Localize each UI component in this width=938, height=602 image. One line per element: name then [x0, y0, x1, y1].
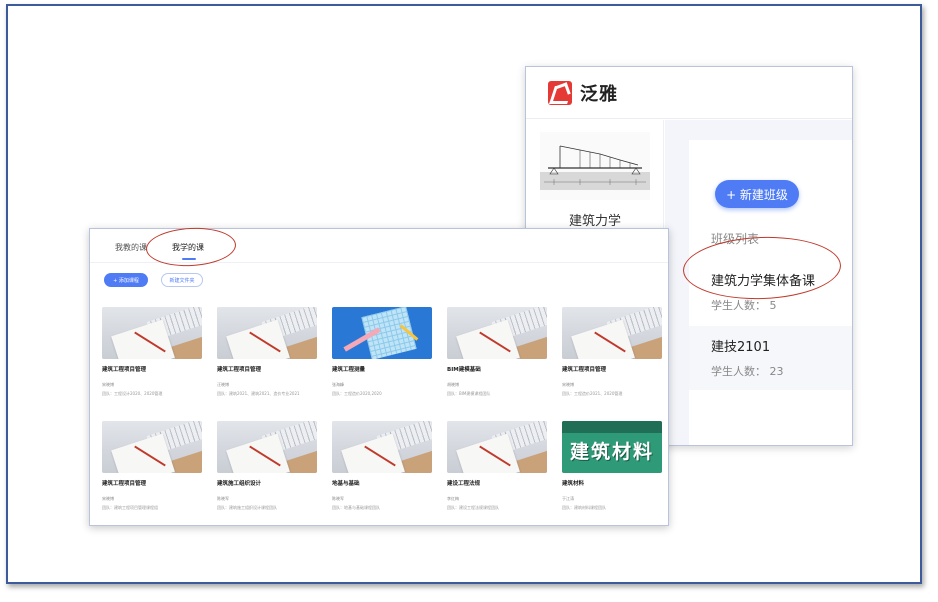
- course-teacher: 汪晓博: [217, 382, 229, 387]
- course-thumbnail[interactable]: [540, 132, 650, 200]
- course-cover-image: [102, 307, 202, 359]
- course-cover-image: [217, 307, 317, 359]
- course-card[interactable]: 建筑工程项目管理 宋晓博团队：建筑工程项目管理课程组: [102, 421, 202, 525]
- course-card[interactable]: 建设工程法规 李红梅团队：建设工程法规课程团队: [447, 421, 547, 525]
- course-title: 地基与基础: [332, 481, 360, 487]
- course-cover-image: [447, 307, 547, 359]
- brand-name: 泛雅: [580, 83, 618, 105]
- course-teacher: 宋晓博: [562, 382, 574, 387]
- course-team: 团队：地基与基础课程团队: [332, 505, 380, 510]
- course-team: 团队：建筑施工组织设计课程团队: [217, 505, 277, 510]
- course-card[interactable]: 建筑工程项目管理 宋晓博团队：工程设计2020、2020管理: [102, 307, 202, 415]
- course-card[interactable]: 建筑材料 建筑材料 于江涛 团队：建筑材料课程团队: [562, 421, 662, 525]
- tab-learning[interactable]: 我学的课: [172, 242, 204, 253]
- course-team: 团队：工程造价2021、2020管理: [562, 391, 623, 396]
- book-cover-title: 建筑材料: [569, 441, 654, 463]
- course-card[interactable]: BIM建模基础 胡晓博团队：BIM建模课程团队: [447, 307, 547, 415]
- course-team: 团队：BIM建模课程团队: [447, 391, 491, 396]
- class-name: 建筑力学集体备课: [711, 274, 816, 289]
- course-cover-image: [332, 307, 432, 359]
- class-name: 建技2101: [711, 340, 771, 355]
- course-title: 建筑工程项目管理: [102, 481, 147, 487]
- course-teacher: 陈晓军: [332, 496, 344, 501]
- course-title: 建筑工程项目管理: [562, 367, 607, 373]
- course-team: 团队：建设工程法规课程团队: [447, 505, 499, 510]
- class-item[interactable]: 建筑力学集体备课 学生人数： 5: [689, 260, 852, 324]
- course-teacher: 于江涛: [562, 496, 574, 501]
- active-tab-indicator: [182, 258, 196, 260]
- add-course-button[interactable]: + 添加课程: [104, 273, 148, 287]
- course-card[interactable]: 建筑工程测量 张海峰团队：工程造价2020,2020: [332, 307, 432, 415]
- course-title: 建筑工程测量: [332, 367, 366, 373]
- course-title: 建筑施工组织设计: [217, 481, 262, 487]
- app-header: 泛雅: [526, 67, 852, 119]
- course-team: 团队：建筑2021、建筑2021、造价专业2021: [217, 391, 300, 396]
- course-title: 建筑工程项目管理: [102, 367, 147, 373]
- new-class-button[interactable]: + 新建班级: [715, 180, 799, 208]
- course-teacher: 李红梅: [447, 496, 459, 501]
- course-card[interactable]: 地基与基础陈晓军团队：地基与基础课程团队: [332, 421, 432, 525]
- student-count: 学生人数： 23: [711, 365, 784, 378]
- brand-logo-icon: [548, 80, 572, 105]
- class-main: + 新建班级 班级列表 建筑力学集体备课 学生人数： 5 建技2101 学生人数…: [665, 120, 852, 445]
- courses-window: 我教的课 我学的课 + 添加课程 新建文件夹 建筑工程项目管理 宋晓博 团队：工程设…: [89, 228, 669, 526]
- course-team: 团队：工程设计2020、2020管理: [102, 391, 163, 396]
- course-team: 团队：建筑材料课程团队: [562, 505, 606, 510]
- course-title: 建筑材料: [562, 481, 585, 487]
- tab-teaching[interactable]: 我教的课: [115, 242, 147, 253]
- course-cover-image: [447, 421, 547, 473]
- course-teacher: 陈晓军: [217, 496, 229, 501]
- class-list-title: 班级列表: [711, 232, 760, 246]
- course-cover-image: [332, 421, 432, 473]
- course-name: 建筑力学: [568, 214, 621, 229]
- class-card: + 新建班级 班级列表 建筑力学集体备课 学生人数： 5 建技2101 学生人数…: [689, 140, 852, 445]
- course-card[interactable]: 建筑工程项目管理 宋晓博团队：工程造价2021、2020管理: [562, 307, 662, 415]
- course-tabs: 我教的课 我学的课: [90, 229, 668, 263]
- course-cover-image: [217, 421, 317, 473]
- course-cover-image: [102, 421, 202, 473]
- student-count: 学生人数： 5: [711, 299, 777, 312]
- course-title: 建设工程法规: [447, 481, 481, 487]
- course-title: BIM建模基础: [447, 367, 481, 373]
- course-teacher: 宋晓博: [102, 382, 114, 387]
- class-item[interactable]: 建技2101 学生人数： 23: [689, 326, 852, 390]
- course-team: 团队：工程造价2020,2020: [332, 391, 382, 396]
- course-teacher: 胡晓博: [447, 382, 459, 387]
- course-cover-image: 建筑材料: [562, 421, 662, 473]
- course-title: 建筑工程项目管理: [217, 367, 262, 373]
- course-teacher: 宋晓博: [102, 496, 114, 501]
- beam-diagram-icon: [540, 145, 650, 190]
- course-card[interactable]: 建筑施工组织设计 陈晓军团队：建筑施工组织设计课程团队: [217, 421, 317, 525]
- course-team: 团队：建筑工程项目管理课程组: [102, 505, 158, 510]
- course-card[interactable]: 建筑工程项目管理 汪晓博团队：建筑2021、建筑2021、造价专业2021: [217, 307, 317, 415]
- new-folder-button[interactable]: 新建文件夹: [161, 273, 203, 287]
- course-teacher: 张海峰: [332, 382, 344, 387]
- course-cover-image: [562, 307, 662, 359]
